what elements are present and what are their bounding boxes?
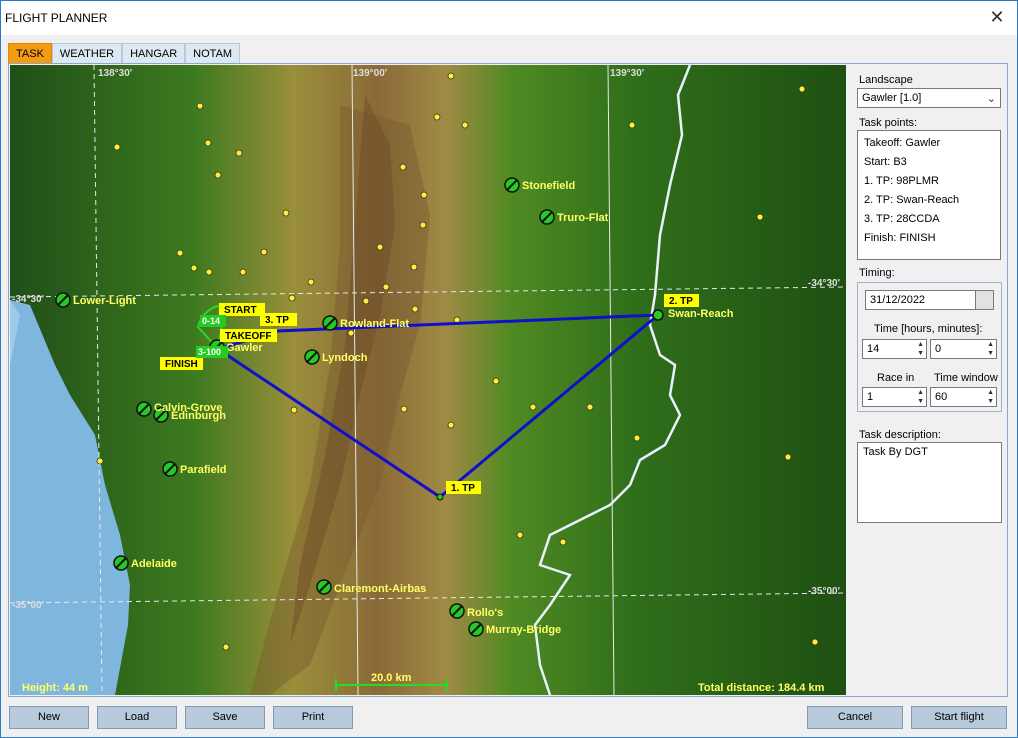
landscape-value: Gawler [1.0] <box>862 92 922 104</box>
tag-finish: FINISH <box>165 359 198 370</box>
tab-hangar[interactable]: HANGAR <box>122 43 186 63</box>
task-points-label: Task points: <box>859 117 918 129</box>
tag-takeoff: TAKEOFF <box>225 331 271 342</box>
list-item[interactable]: 1. TP: 98PLMR <box>864 172 1000 191</box>
place-label: Rowland-Flat <box>340 318 409 330</box>
place-label: Edinburgh <box>171 410 226 422</box>
time-label: Time [hours, minutes]: <box>874 323 983 335</box>
task-description-field[interactable]: Task By DGT <box>857 442 1002 523</box>
sector-label-bottom: 3-100 <box>198 347 221 357</box>
hours-value: 14 <box>867 343 880 355</box>
task-points-list[interactable]: Takeoff: Gawler Start: B3 1. TP: 98PLMR … <box>857 130 1001 260</box>
landscape-select[interactable]: Gawler [1.0] ⌄ <box>857 88 1001 108</box>
tag-tp1: 1. TP <box>451 483 475 494</box>
place-label: Murray-Bridge <box>486 624 561 636</box>
title-bar: FLIGHT PLANNER ✕ <box>1 1 1017 35</box>
spin-arrows-icon[interactable]: ▲ ▼ <box>987 340 994 358</box>
list-item[interactable]: 2. TP: Swan-Reach <box>864 191 1000 210</box>
map-canvas[interactable]: 138°30' 139°00' 139°30' -34°30' -34°30' … <box>10 65 846 695</box>
load-button[interactable]: Load <box>97 706 177 729</box>
place-label: Adelaide <box>131 558 177 570</box>
description-label: Task description: <box>859 429 941 441</box>
tab-task[interactable]: TASK <box>8 43 52 64</box>
sector-label-top: 0-14 <box>202 316 220 326</box>
place-label: Lyndoch <box>322 352 368 364</box>
race-in-label: Race in <box>877 372 915 384</box>
spin-arrows-icon[interactable]: ▲ ▼ <box>917 340 924 358</box>
place-label: Stonefield <box>522 180 575 192</box>
tag-tp2: 2. TP <box>669 296 693 307</box>
window-title: FLIGHT PLANNER <box>5 11 108 25</box>
place-label: Swan-Reach <box>668 308 734 320</box>
race-in-stepper[interactable]: 1 ▲ ▼ <box>862 387 927 407</box>
lat-label: -34°30' <box>808 278 840 289</box>
tab-bar: TASK WEATHER HANGAR NOTAM <box>8 43 241 64</box>
chevron-down-icon: ⌄ <box>986 93 996 105</box>
place-label: Truro-Flat <box>557 212 609 224</box>
tab-notam[interactable]: NOTAM <box>185 43 241 63</box>
tag-tp3: 3. TP <box>265 315 289 326</box>
minutes-value: 0 <box>935 343 942 355</box>
list-item[interactable]: 3. TP: 28CCDA <box>864 210 1000 229</box>
time-window-stepper[interactable]: 60 ▲ ▼ <box>930 387 997 407</box>
lon-label: 138°30' <box>98 68 132 79</box>
tab-weather[interactable]: WEATHER <box>51 43 123 63</box>
minutes-stepper[interactable]: 0 ▲ ▼ <box>930 339 997 359</box>
lat-label: -35°00' <box>12 600 44 611</box>
tag-start: START <box>224 305 257 316</box>
lat-label: -34°30' <box>12 294 44 305</box>
place-label: Lower-Light <box>73 295 136 307</box>
close-icon[interactable]: ✕ <box>987 7 1007 27</box>
new-button[interactable]: New <box>9 706 89 729</box>
calendar-icon[interactable] <box>975 290 994 310</box>
lon-label: 139°00' <box>353 68 387 79</box>
lat-label: -35°00' <box>808 586 840 597</box>
race-in-value: 1 <box>867 391 874 403</box>
lon-label: 139°30' <box>610 68 644 79</box>
spin-arrows-icon[interactable]: ▲ ▼ <box>987 388 994 406</box>
terrain-background <box>10 65 846 695</box>
map-view[interactable]: 138°30' 139°00' 139°30' -34°30' -34°30' … <box>10 65 846 695</box>
scale-label: 20.0 km <box>371 672 412 684</box>
time-window-label: Time window <box>934 372 998 384</box>
hours-stepper[interactable]: 14 ▲ ▼ <box>862 339 927 359</box>
place-label: Gawler <box>226 342 263 354</box>
spin-arrows-icon[interactable]: ▲ ▼ <box>917 388 924 406</box>
save-button[interactable]: Save <box>185 706 265 729</box>
place-label: Parafield <box>180 464 226 476</box>
list-item[interactable]: Start: B3 <box>864 153 1000 172</box>
place-label: Rollo's <box>467 607 503 619</box>
timing-label: Timing: <box>859 267 895 279</box>
place-label: Claremont-Airbas <box>334 583 426 595</box>
start-flight-button[interactable]: Start flight <box>911 706 1007 729</box>
height-readout: Height: 44 m <box>22 682 88 694</box>
print-button[interactable]: Print <box>273 706 353 729</box>
time-window-value: 60 <box>935 391 948 403</box>
list-item[interactable]: Takeoff: Gawler <box>864 134 1000 153</box>
flight-planner-window: FLIGHT PLANNER ✕ TASK WEATHER HANGAR NOT… <box>0 0 1018 738</box>
cancel-button[interactable]: Cancel <box>807 706 903 729</box>
list-item[interactable]: Finish: FINISH <box>864 229 1000 248</box>
landscape-label: Landscape <box>859 74 913 86</box>
total-distance: Total distance: 184.4 km <box>698 682 825 694</box>
